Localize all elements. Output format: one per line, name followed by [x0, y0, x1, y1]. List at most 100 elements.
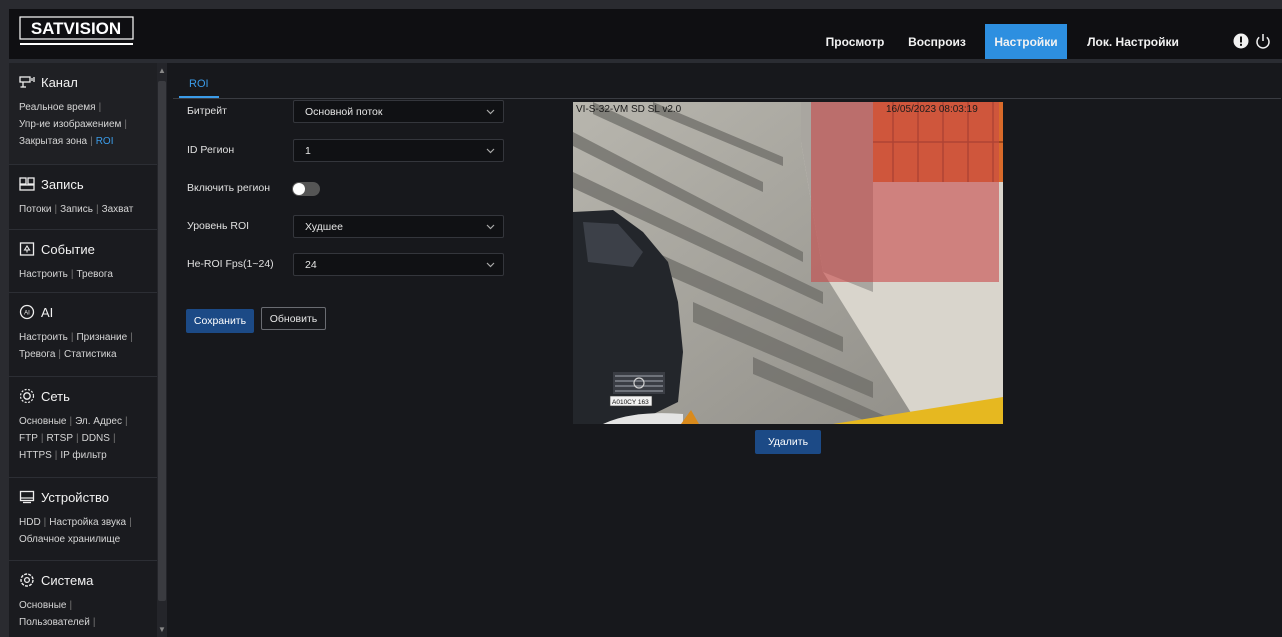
power-icon[interactable] — [1255, 33, 1271, 49]
sidebar-link-audio[interactable]: Настройка звука — [49, 517, 126, 528]
video-preview[interactable]: A010CY 163 VI-S-32-VM SD SL v2.0 16/05/2… — [573, 102, 1003, 424]
sidebar-link-ai-setup[interactable]: Настроить — [19, 332, 68, 343]
roi-level-label: Уровень ROI — [187, 220, 250, 232]
toggle-knob — [293, 183, 305, 195]
record-icon — [19, 177, 35, 191]
sidebar-link-rtsp[interactable]: RTSP — [47, 433, 74, 444]
osd-timestamp: 16/05/2023 08:03:19 — [886, 104, 978, 115]
sidebar: Канал Реальное время | Упр-ие изображение… — [9, 63, 157, 637]
alert-icon[interactable] — [1233, 33, 1249, 49]
sidebar-link-ai-recognition[interactable]: Признание — [76, 332, 127, 343]
sidebar-link-sys-basic[interactable]: Основные — [19, 600, 66, 611]
bitrate-label: Битрейт — [187, 105, 227, 117]
delete-button[interactable]: Удалить — [755, 430, 821, 454]
tab-bar: ROI — [173, 71, 1281, 99]
sidebar-section-event: Событие Настроить | Тревога — [9, 230, 157, 293]
sidebar-title-network[interactable]: Сеть — [19, 385, 157, 407]
chevron-down-icon — [486, 109, 495, 115]
sidebar-label-network: Сеть — [41, 388, 70, 404]
region-id-select[interactable]: 1 — [293, 139, 504, 162]
sidebar-label-event: Событие — [41, 241, 95, 257]
sidebar-link-email[interactable]: Эл. Адрес — [75, 416, 122, 427]
sidebar-link-https[interactable]: HTTPS — [19, 450, 52, 461]
sidebar-links-event: Настроить | Тревога — [19, 269, 113, 280]
sidebar-label-ai: AI — [41, 304, 54, 320]
sidebar-link-capture[interactable]: Захват — [102, 204, 134, 215]
sidebar-link-hdd[interactable]: HDD — [19, 517, 41, 528]
sidebar-links-ai: Настроить | Признание | Тревога | Статистика — [19, 332, 133, 360]
sidebar-title-record[interactable]: Запись — [19, 173, 157, 195]
sidebar-link-ftp[interactable]: FTP — [19, 433, 38, 444]
bitrate-value: Основной поток — [305, 105, 383, 118]
event-icon — [19, 242, 35, 256]
enable-region-toggle[interactable] — [292, 182, 320, 196]
sidebar-link-ai-alarm[interactable]: Тревога — [19, 349, 55, 360]
roi-level-select[interactable]: Худшее — [293, 215, 504, 238]
sidebar-links-record: Потоки | Запись | Захват — [19, 204, 134, 215]
logo: SATVISION — [19, 16, 134, 45]
sidebar-links-network: Основные | Эл. Адрес | FTP | RTSP | DDNS | HTTPS… — [19, 416, 128, 461]
system-icon — [20, 573, 34, 587]
sidebar-link-ip-filter[interactable]: IP фильтр — [60, 450, 106, 461]
sidebar-link-event-alarm[interactable]: Тревога — [76, 269, 112, 280]
header-divider — [9, 59, 1282, 63]
sidebar-links-system: Основные | Пользователей | — [19, 600, 96, 628]
sidebar-section-device: Устройство HDD | Настройка звука | Облачное… — [9, 478, 157, 561]
sidebar-link-net-basic[interactable]: Основные — [19, 416, 66, 427]
logo-text: SATVISION — [31, 19, 121, 38]
sidebar-link-ddns[interactable]: DDNS — [82, 433, 110, 444]
sidebar-label-system: Система — [41, 572, 94, 588]
tab-roi[interactable]: ROI — [179, 71, 219, 98]
sidebar-link-event-setup[interactable]: Настроить — [19, 269, 68, 280]
chevron-down-icon — [486, 148, 495, 154]
sidebar-title-system[interactable]: Система — [19, 569, 157, 591]
non-roi-fps-value: 24 — [305, 258, 317, 271]
sidebar-section-system: Система Основные | Пользователей | — [9, 561, 157, 637]
sidebar-section-channel: Канал Реальное время | Упр-ие изображение… — [9, 63, 157, 165]
region-id-value: 1 — [305, 144, 311, 157]
app-frame: SATVISION Просмотр Воспроиз Настройки Ло… — [9, 9, 1282, 637]
ai-icon: AI — [19, 304, 35, 320]
sidebar-link-recording[interactable]: Запись — [60, 204, 93, 215]
roi-region[interactable] — [811, 102, 999, 282]
scrollbar-thumb[interactable] — [158, 81, 166, 601]
save-button[interactable]: Сохранить — [186, 309, 254, 333]
nav-preview[interactable]: Просмотр — [815, 24, 895, 59]
sidebar-label-record: Запись — [41, 176, 84, 192]
sidebar-section-record: Запись Потоки | Запись | Захват — [9, 165, 157, 230]
non-roi-fps-label: Не-ROI Fps(1~24) — [187, 258, 274, 270]
camera-snapshot: A010CY 163 VI-S-32-VM SD SL v2.0 16/05/2… — [573, 102, 1003, 424]
sidebar-link-privacy-zone[interactable]: Закрытая зона — [19, 136, 87, 147]
scroll-down-icon[interactable]: ▼ — [158, 625, 166, 634]
bitrate-select[interactable]: Основной поток — [293, 100, 504, 123]
refresh-button[interactable]: Обновить — [261, 307, 326, 330]
scroll-up-icon[interactable]: ▲ — [158, 66, 166, 75]
chevron-down-icon — [486, 262, 495, 268]
sidebar-label-device: Устройство — [41, 489, 110, 505]
nav-local-settings[interactable]: Лок. Настройки — [1083, 24, 1183, 59]
sidebar-scrollbar[interactable]: ▲ ▼ — [157, 63, 167, 637]
sidebar-link-realtime[interactable]: Реальное время — [19, 102, 96, 113]
sidebar-link-users[interactable]: Пользователей — [19, 617, 90, 628]
sidebar-section-network: Сеть Основные | Эл. Адрес | FTP | RTSP | DDNS | … — [9, 377, 157, 478]
sidebar-link-cloud[interactable]: Облачное хранилище — [19, 534, 120, 545]
sidebar-link-image-control[interactable]: Упр-ие изображением — [19, 119, 121, 130]
chevron-down-icon — [486, 224, 495, 230]
sidebar-title-device[interactable]: Устройство — [19, 486, 157, 508]
license-plate: A010CY 163 — [612, 399, 649, 406]
nav-playback[interactable]: Воспроиз — [902, 24, 972, 59]
device-icon — [19, 490, 35, 504]
sidebar-links-device: HDD | Настройка звука | Облачное хранилище — [19, 517, 132, 545]
sidebar-title-event[interactable]: Событие — [19, 238, 157, 260]
sidebar-title-channel[interactable]: Канал — [19, 71, 157, 93]
nav-settings[interactable]: Настройки — [985, 24, 1067, 59]
network-icon — [19, 388, 35, 404]
sidebar-links-channel: Реальное время | Упр-ие изображением | Зак… — [19, 102, 128, 147]
sidebar-link-roi[interactable]: ROI — [96, 136, 114, 147]
region-id-label: ID Регион — [187, 144, 235, 156]
sidebar-title-ai[interactable]: AI AI — [19, 301, 157, 323]
channel-icon — [19, 76, 35, 88]
sidebar-link-ai-statistics[interactable]: Статистика — [64, 349, 117, 360]
non-roi-fps-select[interactable]: 24 — [293, 253, 504, 276]
sidebar-link-streams[interactable]: Потоки — [19, 204, 52, 215]
